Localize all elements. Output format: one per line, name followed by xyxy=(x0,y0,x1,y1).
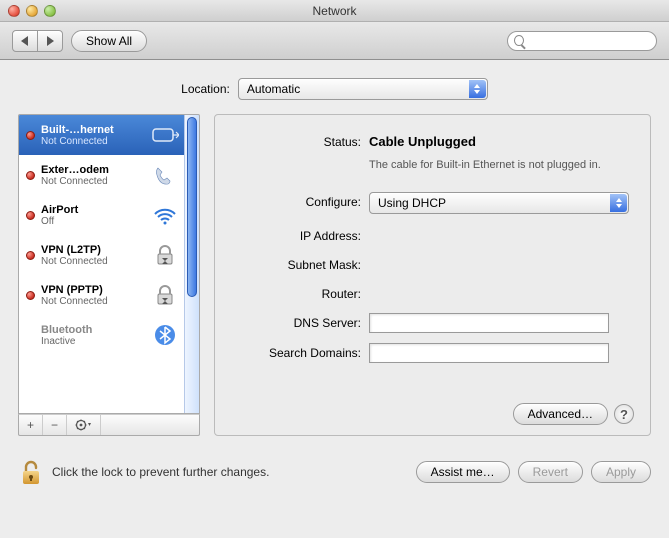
service-name: Bluetooth xyxy=(41,324,145,336)
back-button[interactable] xyxy=(12,30,38,52)
service-name: AirPort xyxy=(41,204,145,216)
search-icon xyxy=(514,35,524,46)
status-value: Cable Unplugged xyxy=(369,132,634,152)
service-status: Not Connected xyxy=(41,256,145,267)
window-title: Network xyxy=(0,4,669,18)
service-status: Not Connected xyxy=(41,136,145,147)
forward-button[interactable] xyxy=(37,30,63,52)
dns-server-label: DNS Server: xyxy=(231,313,369,333)
bluetooth-icon xyxy=(151,323,179,347)
select-arrows-icon xyxy=(469,80,486,98)
dns-server-input[interactable] xyxy=(369,313,609,333)
service-item-airport[interactable]: AirPort Off xyxy=(19,195,199,235)
service-item-vpn-l2tp[interactable]: VPN (L2TP) Not Connected xyxy=(19,235,199,275)
status-dot xyxy=(26,291,35,300)
service-status: Not Connected xyxy=(41,176,145,187)
padlock-icon xyxy=(151,243,179,267)
service-name: VPN (L2TP) xyxy=(41,244,145,256)
apply-button[interactable]: Apply xyxy=(591,461,651,483)
status-dot xyxy=(26,211,35,220)
ethernet-icon xyxy=(151,123,179,147)
configure-value: Using DHCP xyxy=(378,193,446,213)
lock-text: Click the lock to prevent further change… xyxy=(52,465,408,479)
status-dot xyxy=(26,131,35,140)
toolbar: Show All xyxy=(0,22,669,60)
service-name: VPN (PPTP) xyxy=(41,284,145,296)
search-input[interactable] xyxy=(528,35,650,47)
service-status: Not Connected xyxy=(41,296,145,307)
location-value: Automatic xyxy=(247,82,300,96)
service-name: Exter…odem xyxy=(41,164,145,176)
location-row: Location: Automatic xyxy=(0,60,669,114)
service-name: Built-…hernet xyxy=(41,124,145,136)
search-domains-input[interactable] xyxy=(369,343,609,363)
window-footer: Click the lock to prevent further change… xyxy=(0,448,669,486)
status-dot xyxy=(26,171,35,180)
help-button[interactable]: ? xyxy=(614,404,634,424)
phone-icon xyxy=(151,163,179,187)
search-domains-label: Search Domains: xyxy=(231,343,369,363)
show-all-button[interactable]: Show All xyxy=(71,30,147,52)
padlock-icon xyxy=(151,283,179,307)
service-item-modem[interactable]: Exter…odem Not Connected xyxy=(19,155,199,195)
advanced-button[interactable]: Advanced… xyxy=(513,403,608,425)
status-dot xyxy=(26,251,35,260)
sidebar-footer: + − xyxy=(18,414,200,436)
triangle-left-icon xyxy=(20,36,30,46)
ip-address-label: IP Address: xyxy=(231,226,369,246)
lock-icon[interactable] xyxy=(18,458,44,486)
service-action-button[interactable] xyxy=(67,415,101,435)
search-field[interactable] xyxy=(507,31,657,51)
title-bar: Network xyxy=(0,0,669,22)
nav-segment xyxy=(12,30,63,52)
triangle-right-icon xyxy=(45,36,55,46)
service-status: Off xyxy=(41,216,145,227)
configure-select[interactable]: Using DHCP xyxy=(369,192,629,214)
wifi-icon xyxy=(151,203,179,227)
sidebar: Built-…hernet Not Connected Exter…odem N… xyxy=(18,114,200,436)
subnet-mask-label: Subnet Mask: xyxy=(231,255,369,275)
service-item-bluetooth[interactable]: Bluetooth Inactive xyxy=(19,315,199,355)
service-list[interactable]: Built-…hernet Not Connected Exter…odem N… xyxy=(18,114,200,414)
details-panel: Status: Cable Unplugged The cable for Bu… xyxy=(214,114,651,436)
service-status: Inactive xyxy=(41,336,145,347)
configure-label: Configure: xyxy=(231,192,369,212)
location-label: Location: xyxy=(181,82,230,96)
status-description: The cable for Built-in Ethernet is not p… xyxy=(369,158,634,172)
service-item-vpn-pptp[interactable]: VPN (PPTP) Not Connected xyxy=(19,275,199,315)
scrollbar[interactable] xyxy=(184,115,199,413)
scrollbar-thumb[interactable] xyxy=(187,117,197,297)
router-label: Router: xyxy=(231,284,369,304)
location-select[interactable]: Automatic xyxy=(238,78,488,100)
add-service-button[interactable]: + xyxy=(19,415,43,435)
revert-button[interactable]: Revert xyxy=(518,461,583,483)
remove-service-button[interactable]: − xyxy=(43,415,67,435)
select-arrows-icon xyxy=(610,194,627,212)
status-label: Status: xyxy=(231,132,369,152)
service-item-ethernet[interactable]: Built-…hernet Not Connected xyxy=(19,115,199,155)
gear-icon xyxy=(75,419,93,431)
assist-me-button[interactable]: Assist me… xyxy=(416,461,510,483)
